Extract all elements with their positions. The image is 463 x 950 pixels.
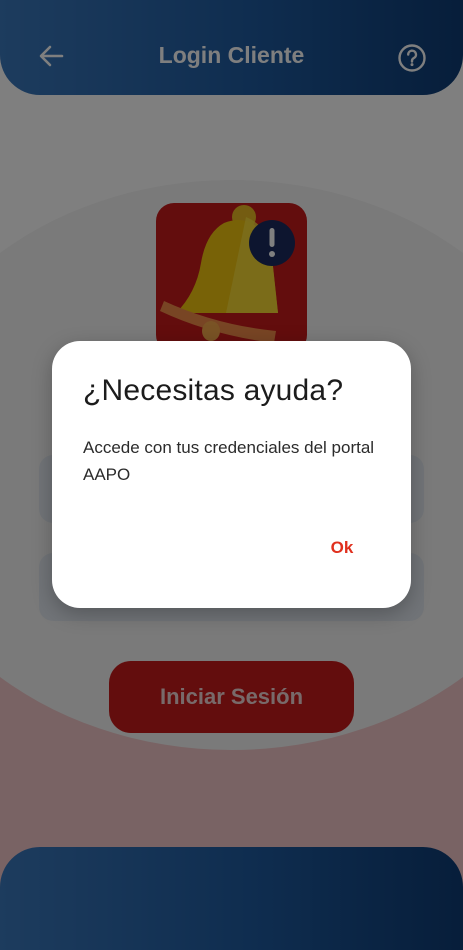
dialog-title: ¿Necesitas ayuda? xyxy=(83,374,344,407)
dialog-message: Accede con tus credenciales del portal A… xyxy=(83,438,375,484)
help-dialog: ¿Necesitas ayuda? Accede con tus credenc… xyxy=(52,341,411,608)
ok-button[interactable]: Ok xyxy=(317,531,367,565)
